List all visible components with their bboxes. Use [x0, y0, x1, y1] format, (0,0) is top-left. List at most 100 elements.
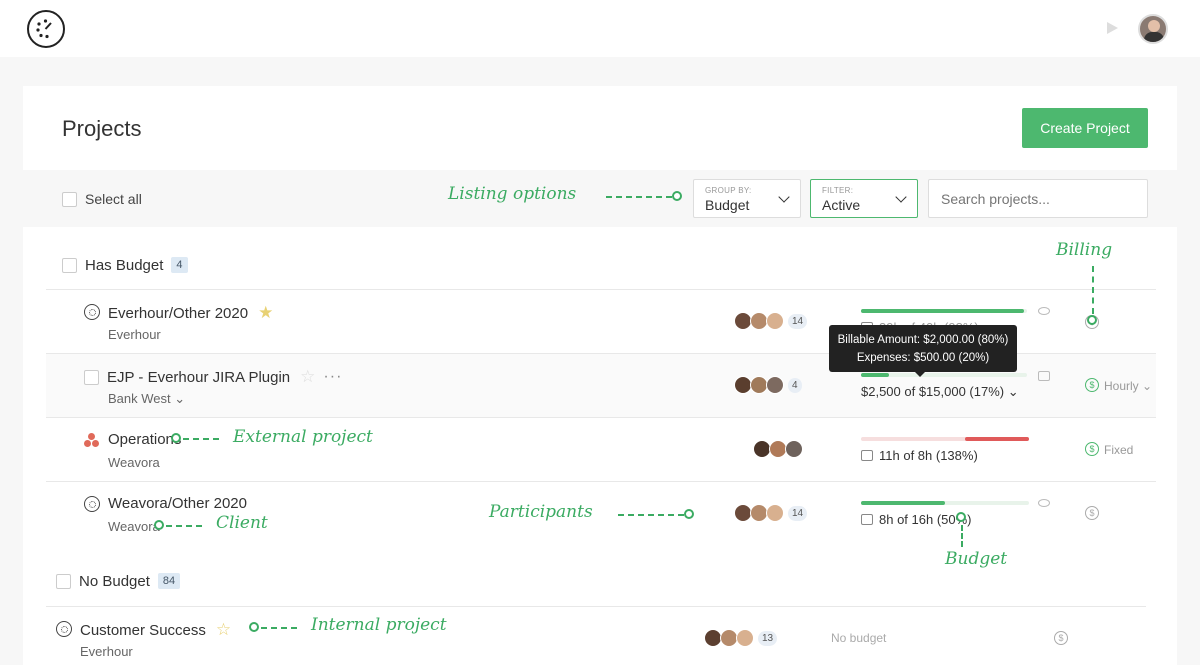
annotation-budget: Budget [945, 549, 1008, 569]
participants[interactable] [753, 440, 803, 458]
listing-toolbar: Select all GROUP BY: Budget FILTER: Acti… [23, 170, 1177, 227]
project-row[interactable]: Weavora/Other 2020 Weavora 14 8h of 16h … [46, 481, 1156, 545]
budget-text: 11h of 8h (138%) [861, 448, 978, 463]
create-project-button[interactable]: Create Project [1022, 108, 1148, 148]
user-avatar[interactable] [1138, 14, 1168, 44]
external-project-icon [84, 433, 100, 447]
star-icon[interactable]: ☆ [216, 620, 231, 640]
annotation-participants: Participants [489, 502, 593, 522]
group-count: 4 [171, 257, 188, 273]
group-checkbox[interactable] [62, 257, 77, 273]
project-name[interactable]: Customer Success [80, 622, 206, 639]
client-name: Weavora [108, 455, 160, 470]
participants-count: 14 [788, 313, 808, 329]
avatar [785, 440, 803, 458]
internal-project-icon [84, 496, 100, 512]
group-by-value: Budget [705, 197, 750, 213]
project-list: Has Budget 4 Everhour/Other 2020 ★ Everho… [23, 227, 1177, 665]
annotation-connector [606, 196, 672, 198]
budget-text: No budget [831, 631, 887, 645]
annotation-dot [154, 520, 164, 530]
budget-progress-fill [861, 373, 890, 377]
participants-count: 14 [788, 505, 808, 521]
budget-progress-bar [861, 309, 1027, 313]
annotation-connector [166, 525, 202, 527]
annotation-connector [961, 525, 963, 547]
select-all-label: Select all [85, 191, 142, 207]
filter-dropdown[interactable]: FILTER: Active [810, 179, 918, 218]
folder-icon[interactable] [1038, 371, 1050, 381]
participants[interactable]: 4 [734, 376, 802, 394]
dollar-icon[interactable]: $ [1085, 442, 1099, 456]
annotation-dot [672, 191, 682, 201]
project-name[interactable]: EJP - Everhour JIRA Plugin [107, 369, 290, 386]
calendar-icon [861, 450, 873, 461]
select-all-checkbox[interactable] [62, 191, 77, 207]
chevron-down-icon [778, 191, 790, 203]
more-options-icon[interactable]: ··· [323, 368, 342, 386]
group-label: Has Budget [85, 256, 164, 274]
budget-text[interactable]: $2,500 of $15,000 (17%) ⌄ [861, 384, 1019, 400]
client-name: Weavora [108, 519, 160, 534]
budget-progress-bar [861, 501, 1029, 505]
dollar-icon[interactable]: $ [1085, 506, 1099, 520]
dollar-icon[interactable]: $ [1054, 631, 1068, 645]
eye-icon[interactable] [1038, 499, 1050, 507]
budget-progress-fill [861, 309, 1024, 313]
group-checkbox[interactable] [56, 573, 71, 589]
clock-logo-icon[interactable] [27, 10, 65, 48]
eye-icon[interactable] [1038, 307, 1050, 315]
filter-caption: FILTER: [822, 186, 854, 195]
annotation-dot [956, 512, 966, 522]
project-name[interactable]: Weavora/Other 2020 [108, 495, 247, 512]
group-label: No Budget [79, 572, 150, 590]
annotation-internal-project: Internal project [311, 615, 447, 635]
client-name: Everhour [108, 327, 161, 342]
budget-progress-fill [861, 501, 945, 505]
search-input[interactable] [928, 179, 1148, 218]
budget-progress-bar [861, 437, 1029, 441]
tooltip-line: Expenses: $500.00 (20%) [856, 352, 990, 364]
row-checkbox[interactable] [84, 369, 99, 385]
avatar [736, 629, 754, 647]
page-header: Projects Create Project [23, 86, 1177, 170]
group-no-budget[interactable]: No Budget 84 [56, 551, 181, 611]
participants-count: 13 [758, 630, 778, 646]
star-icon[interactable]: ☆ [300, 367, 315, 387]
project-name[interactable]: Everhour/Other 2020 [108, 305, 248, 322]
page-title: Projects [62, 116, 142, 141]
avatar [766, 376, 784, 394]
annotation-connector [183, 438, 219, 440]
dollar-icon[interactable]: $ [1085, 378, 1099, 392]
project-row[interactable]: Operations Weavora 11h of 8h (138%) $ Fi… [46, 417, 1156, 481]
billing-type[interactable]: Fixed [1104, 443, 1133, 457]
budget-overrun-fill [965, 437, 1029, 441]
annotation-connector [1092, 266, 1094, 314]
star-icon[interactable]: ★ [258, 303, 273, 323]
participants[interactable]: 13 [704, 629, 778, 647]
select-all[interactable]: Select all [62, 191, 142, 207]
group-count: 84 [157, 573, 181, 589]
tooltip-line: Billable Amount: $2,000.00 (80%) [837, 334, 1009, 346]
group-by-dropdown[interactable]: GROUP BY: Budget [693, 179, 801, 218]
client-name: Everhour [80, 644, 133, 659]
annotation-listing-options: Listing options [448, 184, 577, 204]
group-has-budget[interactable]: Has Budget 4 [62, 235, 188, 295]
avatar [766, 504, 784, 522]
annotation-external-project: External project [233, 427, 373, 447]
billing-type[interactable]: Hourly ⌄ [1104, 379, 1152, 393]
annotation-dot [1087, 315, 1097, 325]
client-name[interactable]: Bank West ⌄ [108, 391, 185, 407]
filter-value: Active [822, 197, 861, 213]
group-by-caption: GROUP BY: [705, 186, 752, 195]
chevron-down-icon [895, 191, 907, 203]
notification-bell-icon[interactable] [1103, 18, 1123, 38]
annotation-client: Client [216, 513, 268, 533]
participants[interactable]: 14 [734, 312, 808, 330]
internal-project-icon [84, 304, 100, 320]
participants-count: 4 [788, 377, 802, 393]
project-row[interactable]: Customer Success ☆ Everhour 13 No budget … [46, 606, 1146, 665]
avatar [766, 312, 784, 330]
budget-progress-bar [861, 373, 1027, 377]
participants[interactable]: 14 [734, 504, 808, 522]
